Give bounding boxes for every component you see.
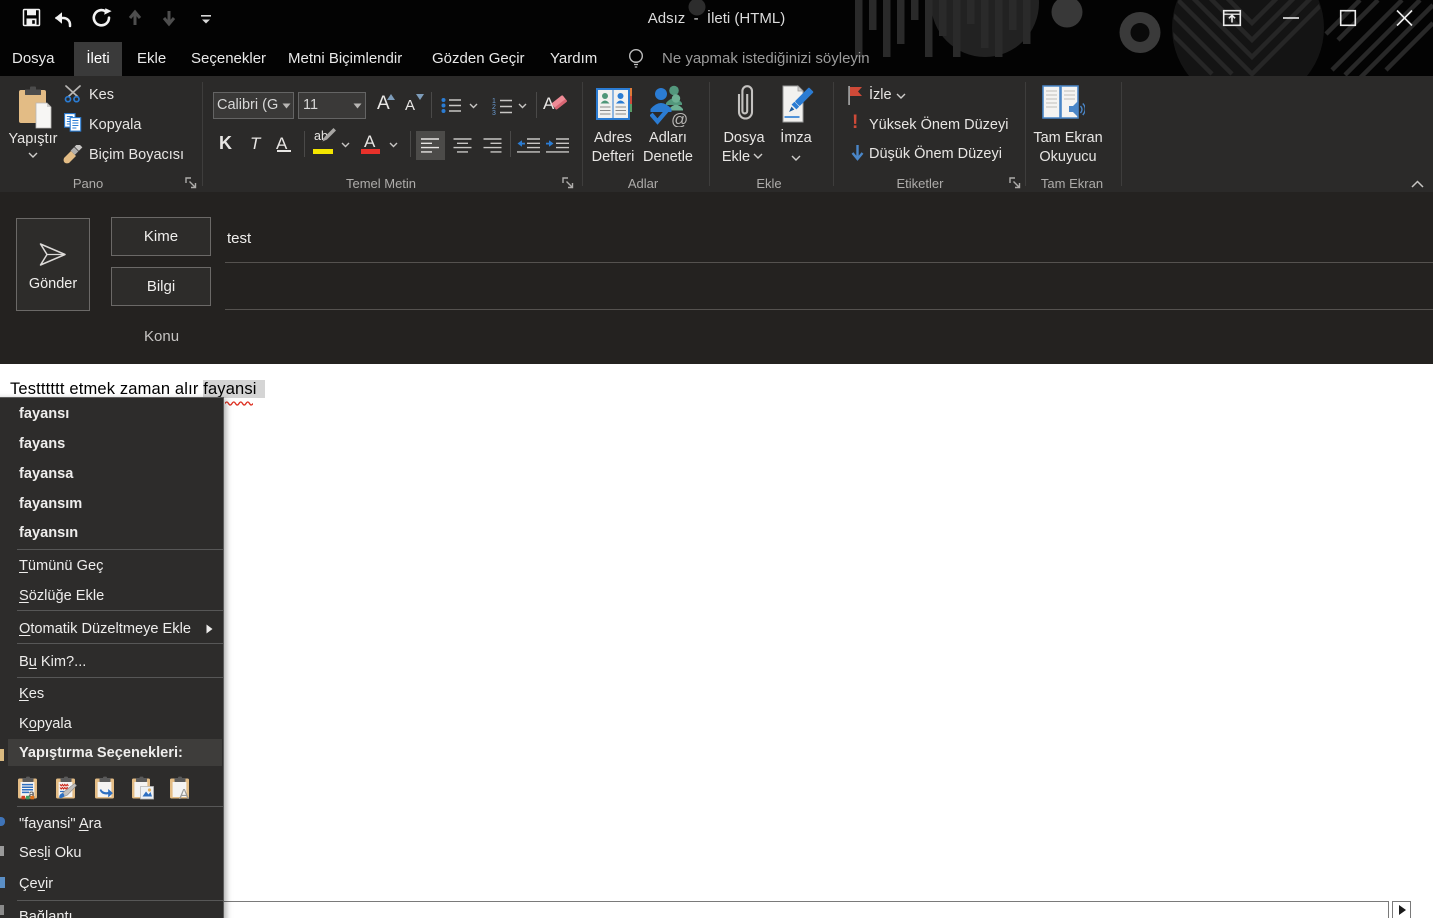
svg-text:3: 3 <box>492 110 496 115</box>
svg-text:@: @ <box>671 110 688 127</box>
svg-text:A: A <box>179 786 189 800</box>
